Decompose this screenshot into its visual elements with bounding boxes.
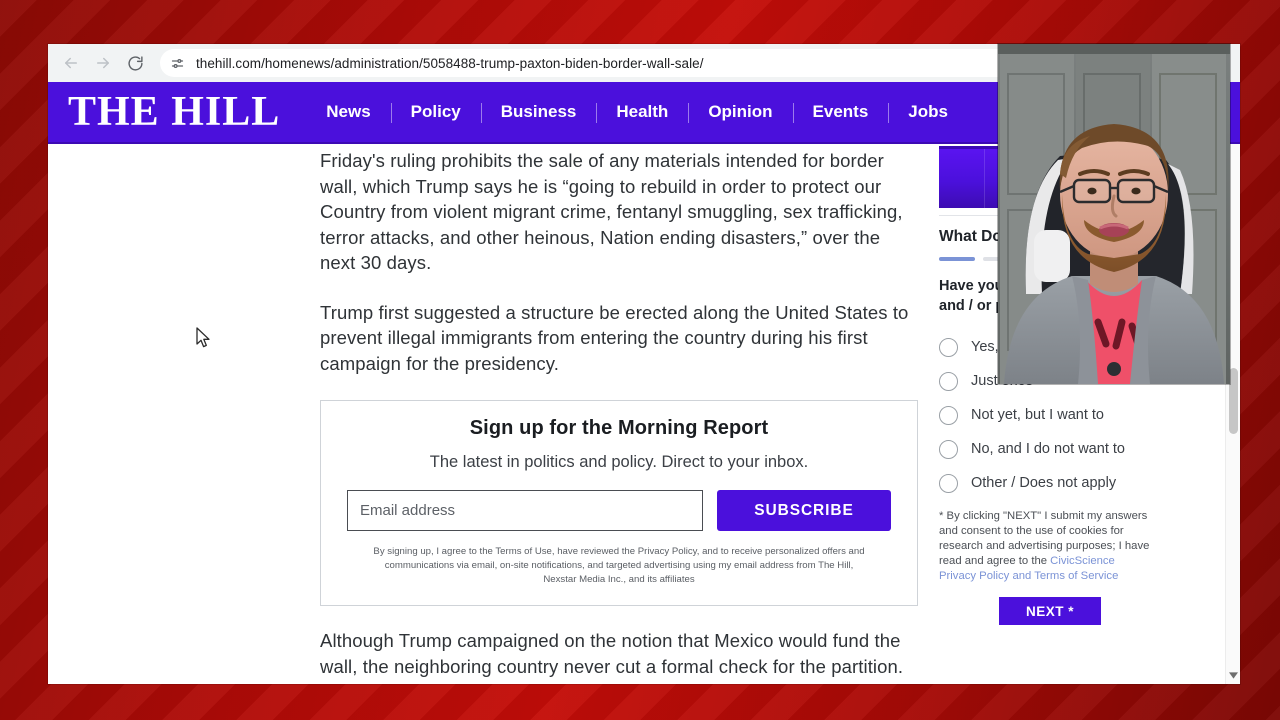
scroll-down-arrow-icon[interactable] [1226, 668, 1240, 682]
poll-progress-segment [939, 257, 975, 261]
back-arrow-icon[interactable] [56, 48, 86, 78]
poll-legal-body: * By clicking "NEXT" I submit my answers… [939, 510, 1150, 567]
nav-item-events[interactable]: Events [792, 102, 889, 123]
poll-option-label: Other / Does not apply [971, 475, 1117, 491]
subscribe-button[interactable]: SUBSCRIBE [717, 490, 891, 531]
stream-stage: thehill.com/homenews/administration/5058… [0, 0, 1280, 720]
newsletter-signup-box: Sign up for the Morning Report The lates… [320, 400, 918, 606]
poll-next-button[interactable]: NEXT * [999, 597, 1101, 625]
url-text: thehill.com/homenews/administration/5058… [196, 55, 704, 71]
poll-option-label: Not yet, but I want to [971, 407, 1104, 423]
newsletter-subtitle: The latest in politics and policy. Direc… [429, 453, 809, 471]
newsletter-form: SUBSCRIBE [347, 490, 891, 531]
poll-option-other[interactable]: Other / Does not apply [939, 472, 1215, 494]
article-column: Friday's ruling prohibits the sale of an… [320, 144, 930, 684]
poll-legal-text: * By clicking "NEXT" I submit my answers… [939, 509, 1151, 584]
scrollbar-thumb[interactable] [1229, 368, 1238, 434]
left-rail [48, 144, 320, 684]
article-paragraph: Trump first suggested a structure be ere… [320, 301, 909, 374]
nav-item-business[interactable]: Business [480, 102, 597, 123]
radio-icon[interactable] [939, 439, 958, 459]
nav-item-opinion[interactable]: Opinion [688, 102, 792, 123]
nav-links: News Policy Business Health Opinion Even… [306, 99, 968, 125]
the-hill-logo[interactable]: THE HILL [68, 91, 306, 133]
poll-option-not-yet[interactable]: Not yet, but I want to [939, 404, 1215, 426]
poll-option-label: No, and I do not want to [971, 441, 1125, 457]
radio-icon[interactable] [939, 405, 958, 425]
newsletter-legal-text: By signing up, I agree to the Terms of U… [373, 546, 865, 585]
article-paragraph: Friday's ruling prohibits the sale of an… [320, 150, 903, 273]
reload-icon[interactable] [120, 48, 150, 78]
site-settings-tune-icon[interactable] [166, 52, 188, 74]
nav-item-jobs[interactable]: Jobs [888, 102, 968, 123]
newsletter-title: Sign up for the Morning Report [469, 417, 769, 439]
radio-icon[interactable] [939, 371, 958, 391]
forward-arrow-icon[interactable] [88, 48, 118, 78]
article-paragraph: Although Trump campaigned on the notion … [320, 630, 904, 684]
poll-option-no[interactable]: No, and I do not want to [939, 438, 1215, 460]
radio-icon[interactable] [939, 473, 958, 493]
webcam-overlay [998, 44, 1230, 384]
nav-item-policy[interactable]: Policy [390, 102, 481, 123]
radio-icon[interactable] [939, 337, 958, 357]
nav-item-health[interactable]: Health [596, 102, 688, 123]
email-field[interactable] [347, 490, 703, 531]
nav-item-news[interactable]: News [306, 102, 390, 122]
